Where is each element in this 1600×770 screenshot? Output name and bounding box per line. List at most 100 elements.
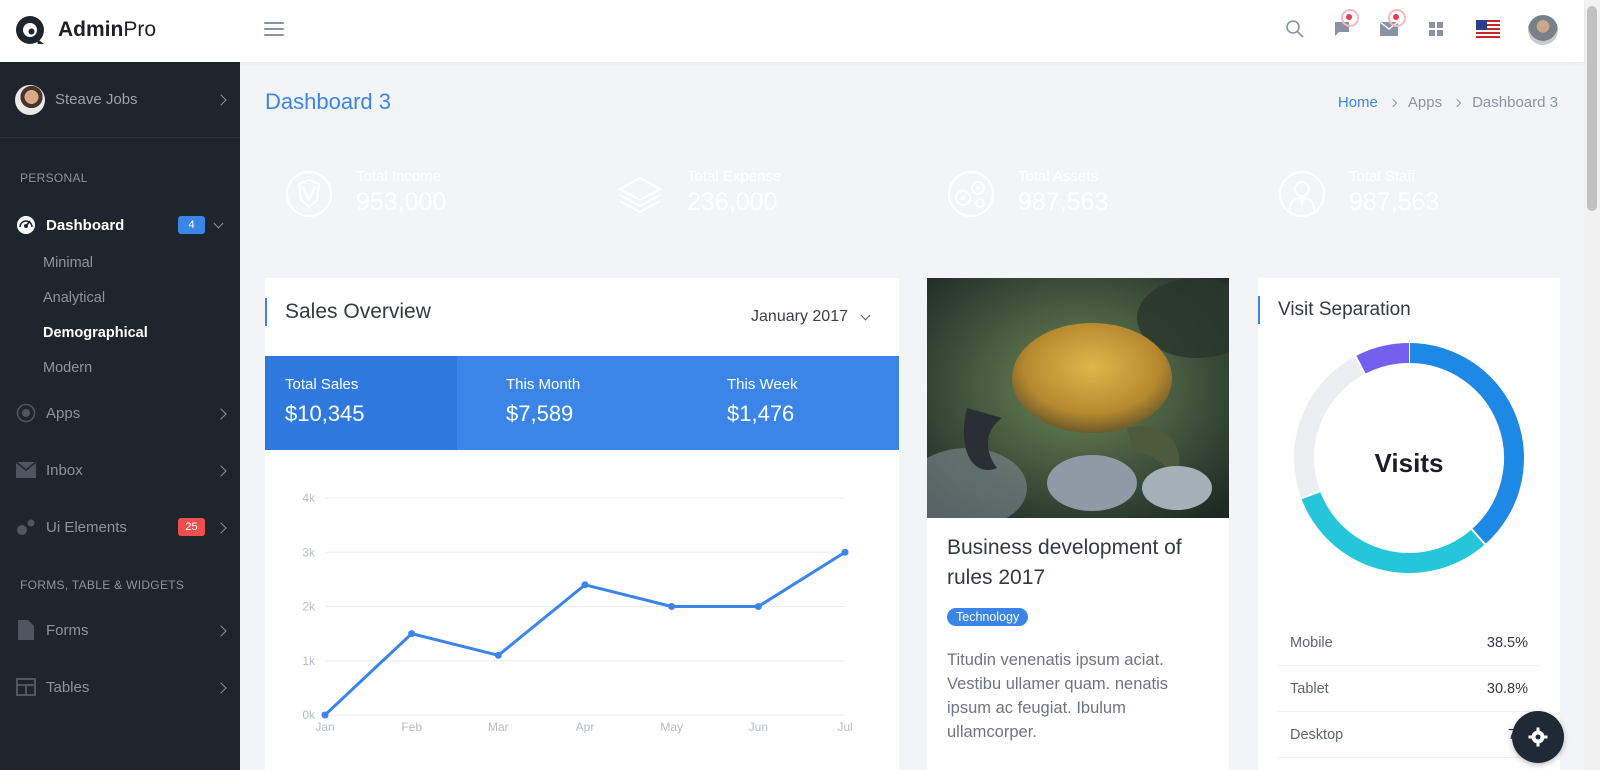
month-select[interactable]: January 2017	[751, 308, 871, 326]
molecule-icon	[16, 517, 36, 537]
x-tick-label: Mar	[488, 720, 509, 734]
chevron-right-icon	[215, 408, 227, 420]
brand-name: AdminPro	[58, 18, 157, 41]
mail-notification-dot	[1388, 9, 1406, 27]
chevron-right-icon	[1388, 98, 1398, 107]
breadcrumb-apps[interactable]: Apps	[1408, 94, 1442, 111]
sidebar-user-avatar	[15, 84, 45, 115]
apps-grid-icon[interactable]	[1424, 17, 1448, 41]
donut-segment-desktop[interactable]	[1355, 343, 1410, 375]
gear-icon	[1528, 727, 1548, 747]
series-line	[323, 550, 846, 717]
legend-row-mobile: Mobile 38.5%	[1278, 620, 1540, 666]
ui-elements-badge: 25	[178, 518, 205, 536]
donut-segment-tablet[interactable]	[1301, 491, 1486, 573]
y-tick-label: 3k	[302, 545, 316, 559]
speedometer-icon	[16, 215, 36, 235]
donut-segment-mobile[interactable]	[1408, 343, 1524, 545]
this-month-value: $7,589	[506, 401, 574, 426]
this-week-sales: This Week $1,476	[727, 376, 798, 427]
stat-label: Total Expense	[687, 168, 782, 185]
chevron-right-icon	[215, 465, 227, 477]
sidebar-user-name: Steave Jobs	[55, 91, 138, 108]
dashboard-badge: 4	[178, 216, 205, 234]
sidebar-item-ui-elements[interactable]: Ui Elements 25	[0, 507, 240, 547]
x-tick-label: Feb	[401, 720, 422, 734]
data-point[interactable]	[408, 630, 416, 638]
sidebar: Steave Jobs PERSONAL Dashboard 4 Minimal…	[0, 62, 240, 770]
legend-value: 38.5%	[1486, 634, 1528, 651]
breadcrumb-home[interactable]: Home	[1338, 94, 1378, 111]
brand[interactable]: AdminPro	[14, 14, 156, 46]
x-tick-label: Jan	[315, 720, 334, 734]
data-point[interactable]	[668, 603, 676, 610]
stat-value: 953,000	[356, 188, 447, 216]
stat-value: 987,563	[1349, 188, 1440, 216]
chevron-right-icon	[215, 625, 227, 637]
total-sales: Total Sales $10,345	[285, 376, 365, 427]
y-tick-label: 4k	[302, 491, 316, 505]
us-flag-icon[interactable]	[1476, 20, 1500, 38]
legend-row-tablet: Tablet 30.8%	[1278, 666, 1540, 712]
data-point[interactable]	[321, 711, 329, 719]
total-sales-value: $10,345	[285, 401, 365, 426]
sidebar-subitem-analytical[interactable]: Analytical	[43, 290, 105, 306]
hamburger-icon[interactable]	[264, 18, 284, 40]
legend-label: Mobile	[1290, 634, 1333, 651]
legend-value: 30.8%	[1486, 680, 1528, 697]
sales-summary-band: Total Sales $10,345 This Month $7,589 Th…	[265, 356, 899, 450]
chevron-right-icon	[1452, 98, 1462, 107]
blog-card[interactable]: Business development of rules 2017 Techn…	[927, 278, 1229, 770]
sidebar-item-apps[interactable]: Apps	[0, 393, 240, 433]
donut-center-label: Visits	[1374, 448, 1444, 478]
data-point[interactable]	[581, 581, 589, 589]
blog-image	[927, 278, 1229, 518]
stat-card-assets: Total Assets 987,563	[927, 138, 1229, 248]
x-tick-label: May	[660, 720, 683, 734]
legend-label: Tablet	[1290, 680, 1329, 697]
chevron-right-icon	[215, 522, 227, 534]
chevron-right-icon	[215, 682, 227, 694]
sidebar-item-tables[interactable]: Tables	[0, 667, 240, 707]
user-avatar[interactable]	[1528, 15, 1558, 45]
this-week-label: This Week	[727, 376, 798, 393]
sidebar-item-inbox[interactable]: Inbox	[0, 450, 240, 490]
blog-text: Titudin venenatis ipsum aciat. Vestibu u…	[947, 651, 1169, 741]
mail-icon[interactable]	[1377, 9, 1406, 41]
gears-icon	[948, 171, 994, 217]
chevron-down-icon	[860, 310, 871, 320]
sales-overview-panel: Sales Overview January 2017 Total Sales …	[265, 278, 899, 770]
blog-title[interactable]: Business development of rules 2017	[947, 533, 1207, 593]
sidebar-item-label: Inbox	[46, 461, 83, 479]
crest-icon	[286, 171, 332, 217]
sidebar-subitem-minimal[interactable]: Minimal	[43, 255, 93, 271]
stat-label: Total Staff	[1349, 168, 1416, 185]
data-point[interactable]	[841, 548, 849, 556]
top-header: AdminPro	[0, 0, 1584, 62]
stat-card-staff: Total Staff 987,563	[1258, 138, 1560, 248]
data-point[interactable]	[754, 603, 762, 610]
settings-fab[interactable]	[1512, 711, 1564, 763]
chat-icon[interactable]	[1330, 9, 1359, 41]
visit-separation-panel: Visit Separation Visits Mobile 38.5% Tab…	[1258, 278, 1560, 770]
page-scrollbar[interactable]	[1584, 0, 1600, 770]
sidebar-item-forms[interactable]: Forms	[0, 610, 240, 650]
staff-icon	[1279, 171, 1325, 217]
sidebar-subitem-demographical[interactable]: Demographical	[43, 325, 148, 341]
search-icon[interactable]	[1283, 17, 1307, 41]
blog-tag[interactable]: Technology	[947, 608, 1029, 626]
section-title-forms: FORMS, TABLE & WIDGETS	[20, 578, 185, 592]
data-point[interactable]	[494, 651, 502, 659]
stat-value: 987,563	[1018, 188, 1109, 216]
brand-logo-icon	[16, 16, 44, 44]
x-tick-label: Jun	[749, 720, 768, 734]
sidebar-user[interactable]: Steave Jobs	[0, 62, 240, 138]
y-tick-label: 1k	[302, 654, 316, 668]
y-tick-label: 2k	[302, 600, 316, 614]
stat-value: 236,000	[687, 188, 778, 216]
breadcrumb: Home Apps Dashboard 3	[1338, 94, 1558, 111]
scrollbar-thumb[interactable]	[1587, 6, 1597, 211]
sidebar-item-dashboard[interactable]: Dashboard 4	[0, 205, 240, 245]
mail-icon	[16, 460, 36, 480]
sidebar-subitem-modern[interactable]: Modern	[43, 360, 92, 376]
